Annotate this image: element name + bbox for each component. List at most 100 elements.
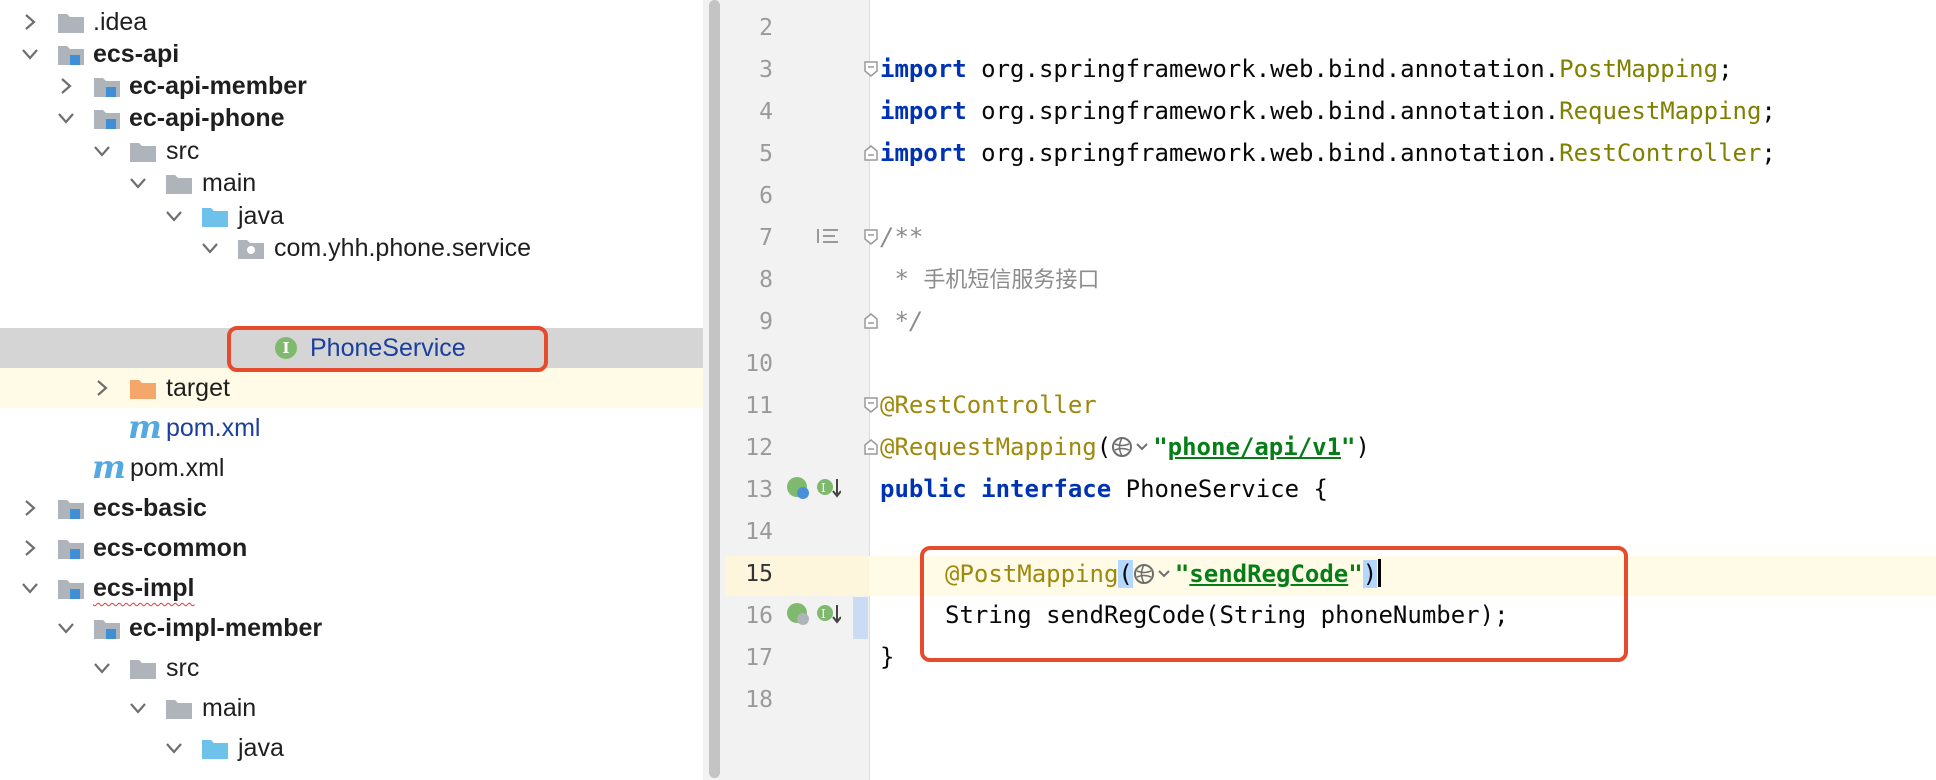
project-tree: .idea ecs-api ec-api-member ec-api-phone… xyxy=(0,0,703,780)
fold-marker-icon[interactable] xyxy=(864,397,878,413)
tree-item-label: .idea xyxy=(93,8,148,36)
chevron-down-icon[interactable] xyxy=(166,740,182,756)
module-folder-icon xyxy=(94,75,120,97)
chevron-down-icon[interactable] xyxy=(166,208,182,224)
maven-icon: m xyxy=(128,408,162,446)
chevron-down-icon[interactable] xyxy=(58,620,74,636)
tree-row-ecs-impl[interactable]: ecs-impl xyxy=(0,568,703,608)
tree-row-package[interactable]: com.yhh.phone.service xyxy=(0,228,703,268)
excluded-folder-icon xyxy=(130,377,156,399)
folder-icon xyxy=(130,657,156,679)
code-line-7: /** xyxy=(880,223,924,251)
code-line-4: import org.springframework.web.bind.anno… xyxy=(880,97,1776,125)
tree-item-label: pom.xml xyxy=(130,454,225,482)
line-number: 18 xyxy=(745,687,773,713)
interface-icon: I xyxy=(275,337,297,359)
line-number: 8 xyxy=(759,267,773,293)
tree-item-label: src xyxy=(166,654,200,682)
tree-row-target[interactable]: target xyxy=(0,368,703,408)
fold-marker-icon[interactable] xyxy=(864,61,878,77)
line-number: 12 xyxy=(745,435,773,461)
module-folder-icon xyxy=(94,617,120,639)
fold-marker-icon[interactable] xyxy=(864,313,878,329)
line-number: 9 xyxy=(759,309,773,335)
chevron-right-icon[interactable] xyxy=(22,500,38,516)
chevron-right-icon[interactable] xyxy=(94,380,110,396)
line-number: 5 xyxy=(759,141,773,167)
chevron-right-icon[interactable] xyxy=(22,14,38,30)
fold-marker-icon[interactable] xyxy=(864,145,878,161)
tree-scrollbar[interactable] xyxy=(709,0,720,778)
tree-row-java-2[interactable]: java xyxy=(0,728,703,768)
chevron-down-icon[interactable] xyxy=(130,175,146,191)
tree-item-label: ecs-basic xyxy=(93,494,207,522)
chevron-down-icon[interactable] xyxy=(22,580,38,596)
chevron-right-icon[interactable] xyxy=(58,78,74,94)
tree-row-pom-parent[interactable]: m pom.xml xyxy=(0,448,703,488)
folder-icon xyxy=(130,140,156,162)
tree-row-ec-impl-member[interactable]: ec-impl-member xyxy=(0,608,703,648)
code-line-13: public interface PhoneService { xyxy=(880,475,1328,503)
code-line-15: @PostMapping("sendRegCode") xyxy=(945,559,1382,588)
text-caret xyxy=(1378,559,1382,587)
chevron-down-icon[interactable] xyxy=(202,240,218,256)
fold-marker-icon[interactable] xyxy=(864,439,878,455)
svg-text:I: I xyxy=(821,481,826,495)
tree-row-pom-module[interactable]: m pom.xml xyxy=(0,408,703,448)
tree-row-phoneservice-content[interactable]: I PhoneService xyxy=(0,328,703,368)
tree-item-label: src xyxy=(166,137,200,165)
line-number: 14 xyxy=(745,519,773,545)
chevron-down-icon[interactable] xyxy=(94,660,110,676)
line-number: 4 xyxy=(759,99,773,125)
code-line-9: */ xyxy=(880,307,924,335)
code-line-3: import org.springframework.web.bind.anno… xyxy=(880,55,1733,83)
tree-item-label: ecs-impl xyxy=(93,574,195,602)
svg-text:I: I xyxy=(821,607,826,621)
tree-item-label: ecs-common xyxy=(93,534,248,562)
tree-item-label: main xyxy=(202,169,257,197)
chevron-down-icon[interactable] xyxy=(22,46,38,62)
tree-item-label: PhoneService xyxy=(310,334,466,362)
tree-item-label: com.yhh.phone.service xyxy=(274,234,532,262)
chevron-right-icon[interactable] xyxy=(22,540,38,556)
line-number: 10 xyxy=(745,351,773,377)
tree-item-label: ec-impl-member xyxy=(129,614,323,642)
chevron-down-icon[interactable] xyxy=(94,143,110,159)
implemented-interface-gutter-icon[interactable]: I xyxy=(785,475,841,501)
module-folder-icon xyxy=(58,577,84,599)
tree-item-label: main xyxy=(202,694,257,722)
chevron-down-icon[interactable] xyxy=(130,700,146,716)
maven-icon: m xyxy=(92,448,126,486)
render-doc-icon[interactable] xyxy=(816,227,840,245)
tree-item-label: java xyxy=(238,202,284,230)
tree-item-label: target xyxy=(166,374,230,402)
line-number: 17 xyxy=(745,645,773,671)
line-number: 3 xyxy=(759,57,773,83)
chevron-down-icon[interactable] xyxy=(58,110,74,126)
url-globe-icon[interactable] xyxy=(1133,563,1175,585)
tree-row-main-2[interactable]: main xyxy=(0,688,703,728)
tree-row-ecs-basic[interactable]: ecs-basic xyxy=(0,488,703,528)
module-folder-icon xyxy=(94,107,120,129)
line-number: 6 xyxy=(759,183,773,209)
line-number: 2 xyxy=(759,15,773,41)
tree-item-label: ec-api-member xyxy=(129,72,307,100)
source-folder-icon xyxy=(202,205,228,227)
code-line-5: import org.springframework.web.bind.anno… xyxy=(880,139,1776,167)
folder-icon xyxy=(166,697,192,719)
code-line-8: * 手机短信服务接口 xyxy=(880,265,1100,293)
tree-row-ecs-common[interactable]: ecs-common xyxy=(0,528,703,568)
line-number: 7 xyxy=(759,225,773,251)
url-globe-icon[interactable] xyxy=(1111,436,1153,458)
module-folder-icon xyxy=(58,537,84,559)
code-line-16: String sendRegCode(String phoneNumber); xyxy=(945,601,1509,629)
package-icon xyxy=(238,237,264,259)
module-folder-icon xyxy=(58,497,84,519)
vcs-change-marker xyxy=(853,597,868,639)
fold-marker-icon[interactable] xyxy=(864,229,878,245)
implemented-method-gutter-icon[interactable]: I xyxy=(785,601,841,627)
line-number-current: 15 xyxy=(745,561,773,587)
tree-row-src-2[interactable]: src xyxy=(0,648,703,688)
module-folder-icon xyxy=(58,43,84,65)
code-line-12: @RequestMapping("phone/api/v1") xyxy=(880,433,1370,461)
